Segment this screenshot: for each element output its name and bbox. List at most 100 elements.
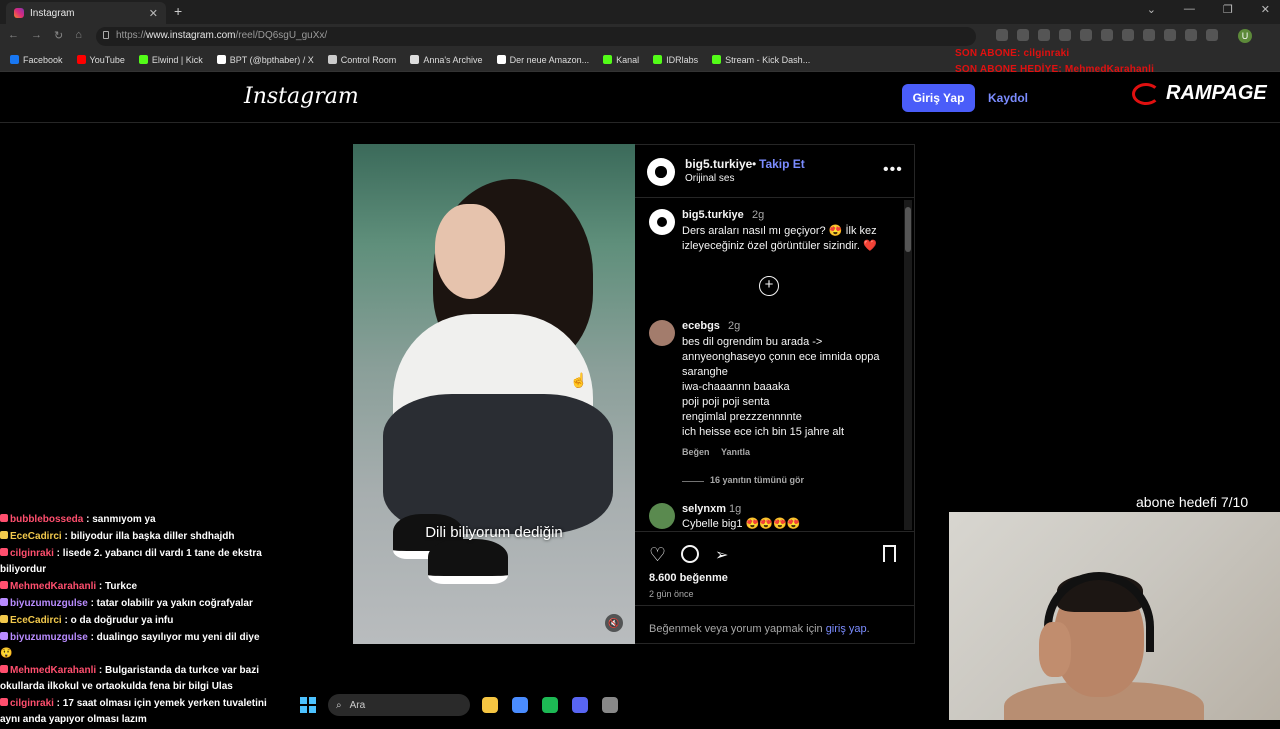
sidebar-icon[interactable]: [1206, 29, 1218, 41]
login-prompt-text: Beğenmek veya yorum yapmak için: [649, 623, 826, 635]
chat-message: bubblebosseda : sanmıyom ya: [0, 512, 270, 528]
post-age: 2 gün önce: [649, 589, 694, 599]
bookmark-label: IDRlabs: [666, 54, 699, 65]
bookmark-icon[interactable]: [883, 545, 896, 562]
browser-tab-instagram[interactable]: Instagram ✕: [6, 2, 166, 24]
reel-video[interactable]: Dili biliyorum dediğin 🔇 ☝: [353, 144, 635, 644]
chat-username[interactable]: MehmedKarahanli: [10, 665, 96, 676]
file-explorer-icon[interactable]: [482, 697, 498, 713]
chat-username[interactable]: bubblebosseda: [10, 514, 83, 525]
comment-icon[interactable]: [681, 545, 699, 563]
close-window-icon[interactable]: ✕: [1261, 3, 1270, 16]
login-prompt-suffix: .: [866, 623, 870, 635]
extension-icon[interactable]: [1164, 29, 1176, 41]
extension-icon[interactable]: [1080, 29, 1092, 41]
tab-close-icon[interactable]: ✕: [149, 7, 158, 20]
login-link[interactable]: giriş yap: [826, 623, 867, 635]
bookmark-favicon-icon: [410, 55, 420, 64]
account-avatar[interactable]: [647, 158, 675, 186]
extension-icon[interactable]: [1185, 29, 1197, 41]
puzzle-icon[interactable]: [1143, 29, 1155, 41]
comment-reply-button[interactable]: Yanıtla: [721, 447, 750, 457]
caption-username[interactable]: big5.turkiye: [682, 209, 744, 221]
comment-like-button[interactable]: Beğen: [682, 447, 710, 457]
chat-text: : Turkce: [96, 581, 138, 592]
chat-username[interactable]: MehmedKarahanli: [10, 581, 96, 592]
panel-divider: [635, 531, 914, 532]
bookmark-star-icon[interactable]: [1059, 29, 1071, 41]
spotify-icon[interactable]: [542, 697, 558, 713]
bookmark-label: Stream - Kick Dash...: [725, 54, 811, 65]
minimize-icon[interactable]: —: [1184, 3, 1195, 16]
login-prompt: Beğenmek veya yorum yapmak için giriş ya…: [649, 623, 870, 635]
taskbar-search[interactable]: ⌕ Ara: [328, 694, 470, 716]
comment-username[interactable]: ecebgs: [682, 320, 720, 332]
more-options-icon[interactable]: •••: [883, 161, 903, 179]
app-icon[interactable]: [602, 697, 618, 713]
bookmark-item[interactable]: YouTube: [76, 55, 125, 65]
comment-username[interactable]: selynxm: [682, 503, 726, 515]
tab-search-icon[interactable]: ⌄: [1147, 3, 1156, 16]
chat-username[interactable]: biyuzumuzgulse: [10, 632, 88, 643]
panel-divider: [635, 197, 914, 198]
share-icon[interactable]: ➢: [715, 545, 728, 565]
bookmark-label: Der neue Amazon...: [509, 54, 590, 65]
bookmark-item[interactable]: Facebook: [10, 55, 63, 65]
zoom-icon[interactable]: [1017, 29, 1029, 41]
windows-start-icon[interactable]: [300, 697, 316, 713]
home-icon[interactable]: ⌂: [75, 29, 82, 42]
share-page-icon[interactable]: [1038, 29, 1050, 41]
extension-icon[interactable]: [1122, 29, 1134, 41]
login-button[interactable]: Giriş Yap: [902, 84, 975, 112]
load-more-comments-icon[interactable]: +: [759, 276, 779, 296]
reload-icon[interactable]: ↻: [54, 29, 63, 42]
chat-username[interactable]: cilginraki: [10, 548, 54, 559]
view-replies-button[interactable]: 16 yanıtın tümünü gör: [710, 475, 804, 485]
chat-username[interactable]: EceCadirci: [10, 615, 62, 626]
bookmark-item[interactable]: Anna's Archive: [410, 55, 483, 65]
bookmark-item[interactable]: BPT (@bpthaber) / X: [216, 55, 314, 65]
scrollbar-thumb[interactable]: [905, 207, 911, 252]
audio-label[interactable]: Orijinal ses: [685, 173, 734, 184]
bookmark-item[interactable]: Stream - Kick Dash...: [712, 55, 810, 65]
streamer-hand: [1039, 622, 1071, 677]
extension-icon[interactable]: [1101, 29, 1113, 41]
restore-icon[interactable]: ❐: [1223, 3, 1233, 16]
like-count[interactable]: 8.600 beğenme: [649, 572, 728, 584]
follow-button[interactable]: Takip Et: [759, 157, 805, 171]
comment-avatar[interactable]: [649, 503, 675, 529]
comment-avatar[interactable]: [649, 320, 675, 346]
discord-icon[interactable]: [572, 697, 588, 713]
url-prefix: https://: [116, 30, 147, 41]
bookmark-item[interactable]: IDRlabs: [653, 55, 698, 65]
bookmark-item[interactable]: Kanal: [603, 55, 639, 65]
instagram-logo[interactable]: Instagram: [244, 84, 359, 109]
bookmark-item[interactable]: Der neue Amazon...: [496, 54, 590, 65]
heart-icon[interactable]: ♡: [649, 544, 666, 567]
signup-link[interactable]: Kaydol: [988, 91, 1028, 105]
download-icon[interactable]: [996, 29, 1008, 41]
new-tab-button[interactable]: +: [174, 3, 182, 19]
back-icon[interactable]: ←: [8, 29, 19, 42]
bookmark-favicon-icon: [10, 55, 19, 64]
instagram-favicon-icon: [14, 8, 24, 18]
bookmark-favicon-icon: [653, 55, 663, 64]
bookmark-item[interactable]: Control Room: [327, 55, 396, 65]
mute-icon[interactable]: 🔇: [605, 614, 623, 632]
caption-avatar[interactable]: [649, 209, 675, 235]
chat-username[interactable]: cilginraki: [10, 698, 54, 709]
bookmark-item[interactable]: Elwind | Kick: [138, 55, 203, 65]
chrome-icon[interactable]: [512, 697, 528, 713]
lock-icon[interactable]: [103, 31, 109, 39]
chat-username[interactable]: biyuzumuzgulse: [10, 598, 88, 609]
chat-username[interactable]: EceCadirci: [10, 531, 62, 542]
chat-message: cilginraki : lisede 2. yabancı dil vardı…: [0, 546, 270, 578]
caption-text: Ders araları nasıl mı geçiyor? 😍 İlk kez…: [682, 225, 877, 252]
chat-message: EceCadirci : o da doğrudur ya infu: [0, 613, 270, 629]
rampage-logo: RAMPAGE: [1132, 82, 1267, 105]
header-divider: [0, 122, 1280, 123]
profile-avatar[interactable]: U: [1238, 29, 1252, 43]
account-name[interactable]: big5.turkiye: [685, 157, 752, 171]
url-bar[interactable]: https://www.instagram.com/reel/DQ6sgU_gu…: [96, 27, 976, 46]
forward-icon[interactable]: →: [31, 29, 42, 42]
